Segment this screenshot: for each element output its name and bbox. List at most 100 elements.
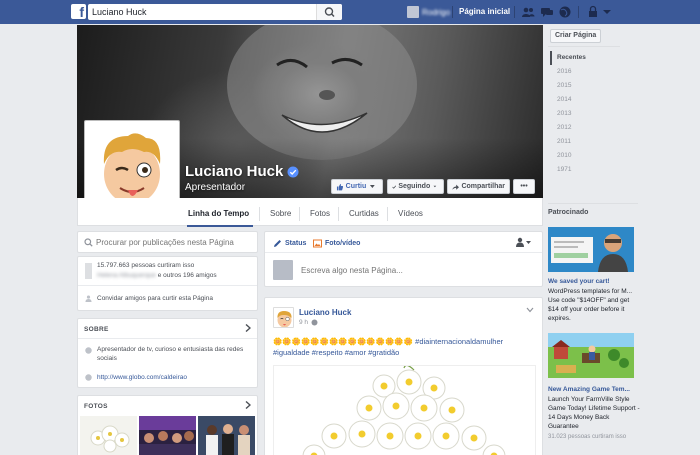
avatar bbox=[273, 260, 293, 280]
more-options-button[interactable]: ••• bbox=[513, 179, 535, 194]
active-tab-indicator bbox=[187, 225, 253, 227]
tab-videos[interactable]: Vídeos bbox=[398, 209, 423, 218]
chevron-down-icon bbox=[526, 240, 531, 244]
emoji-avatar bbox=[277, 311, 292, 327]
photo-thumbnail[interactable] bbox=[139, 416, 196, 455]
like-button[interactable]: Curtiu bbox=[331, 179, 383, 194]
post-as-selector[interactable] bbox=[515, 237, 532, 247]
share-button[interactable]: Compartilhar bbox=[447, 179, 510, 194]
chevron-right-icon[interactable] bbox=[245, 401, 251, 409]
post-text: 🌼🌼🌼🌼🌼🌼🌼🌼🌼🌼🌼🌼🌼🌼🌼 #diainternacionaldamulhe… bbox=[273, 337, 504, 357]
divider bbox=[514, 6, 515, 18]
ad-description: WordPress templates for M... Use code "$… bbox=[548, 288, 633, 322]
profile-link[interactable]: Rodrigo bbox=[407, 6, 450, 18]
about-card: SOBRE Apresentador de tv, curioso e entu… bbox=[77, 318, 258, 388]
photo-thumbnail[interactable] bbox=[198, 416, 255, 455]
ad-image[interactable] bbox=[548, 333, 634, 378]
search-icon bbox=[324, 7, 335, 18]
post-time: 9 h bbox=[299, 319, 309, 326]
globe-icon[interactable] bbox=[558, 5, 572, 19]
chevron-down-icon[interactable] bbox=[600, 5, 614, 19]
year-2011[interactable]: 2011 bbox=[550, 135, 610, 149]
share-label: Compartilhar bbox=[461, 183, 505, 190]
verified-badge-icon bbox=[287, 166, 299, 177]
lock-icon[interactable] bbox=[586, 5, 600, 19]
post-image[interactable] bbox=[273, 365, 536, 455]
user-name: Rodrigo bbox=[422, 7, 451, 17]
about-title[interactable]: SOBRE bbox=[84, 326, 109, 333]
friends-suffix: e outros 196 amigos bbox=[155, 272, 217, 279]
photo-video-label: Foto/vídeo bbox=[325, 240, 361, 247]
avatar bbox=[407, 6, 419, 18]
info-icon bbox=[85, 347, 92, 354]
check-icon bbox=[392, 185, 397, 189]
photo-video-tab[interactable]: Foto/vídeo bbox=[313, 239, 360, 248]
divider bbox=[452, 6, 453, 18]
friends-like-text: Helena Albuquerque e outros 196 amigos bbox=[97, 271, 217, 280]
post-author-avatar[interactable] bbox=[273, 307, 294, 328]
messages-icon[interactable] bbox=[540, 5, 554, 19]
page-search-input[interactable] bbox=[96, 237, 251, 248]
timeline-years-nav: Recentes 2016 2015 2014 2013 2012 2011 2… bbox=[550, 51, 610, 177]
photos-title[interactable]: FOTOS bbox=[84, 403, 108, 410]
photo-thumbnail[interactable] bbox=[80, 416, 137, 455]
photos-card: FOTOS bbox=[77, 395, 258, 455]
ad-title[interactable]: We saved your cart! bbox=[548, 278, 638, 285]
friends-icon[interactable] bbox=[521, 5, 535, 19]
divider bbox=[78, 285, 257, 286]
invite-friends-link[interactable]: Convidar amigos para curtir esta Página bbox=[97, 294, 213, 303]
year-2014[interactable]: 2014 bbox=[550, 93, 610, 107]
year-2012[interactable]: 2012 bbox=[550, 121, 610, 135]
composer-input[interactable] bbox=[301, 265, 531, 276]
chevron-down-icon bbox=[370, 185, 376, 188]
ad-likes-count: 31.023 pessoas curtiram isso bbox=[548, 434, 627, 440]
ad-image-graphic bbox=[548, 227, 634, 272]
likes-count: 15.797.663 pessoas curtiram isso bbox=[97, 262, 195, 269]
page-category: Apresentador bbox=[185, 182, 246, 193]
status-tab[interactable]: Status bbox=[273, 239, 306, 248]
post-timestamp[interactable]: 9 h bbox=[299, 319, 318, 326]
create-page-button[interactable]: Criar Página bbox=[550, 29, 602, 43]
year-2016[interactable]: 2016 bbox=[550, 65, 610, 79]
divider bbox=[578, 6, 579, 18]
daisies-image bbox=[274, 366, 535, 455]
divider bbox=[78, 338, 257, 339]
search-input[interactable] bbox=[92, 6, 312, 18]
user-icon bbox=[516, 237, 524, 247]
ad-image[interactable] bbox=[548, 227, 634, 272]
following-label: Seguindo bbox=[398, 183, 431, 190]
ad-title[interactable]: New Amazing Game Tem... bbox=[548, 386, 638, 393]
post-author[interactable]: Luciano Huck bbox=[299, 308, 351, 317]
tab-timeline[interactable]: Linha do Tempo bbox=[188, 209, 249, 218]
divider bbox=[548, 46, 620, 47]
chevron-down-icon bbox=[433, 185, 437, 188]
search-icon bbox=[84, 238, 93, 247]
year-2010[interactable]: 2010 bbox=[550, 149, 610, 163]
tab-photos[interactable]: Fotos bbox=[310, 209, 330, 218]
tab-about[interactable]: Sobre bbox=[270, 209, 291, 218]
following-button[interactable]: Seguindo bbox=[387, 179, 444, 194]
invite-friends-icon bbox=[85, 295, 92, 302]
website-link[interactable]: http://www.globo.com/caldeirao bbox=[97, 373, 187, 382]
facebook-logo[interactable]: f bbox=[71, 4, 86, 19]
year-2015[interactable]: 2015 bbox=[550, 79, 610, 93]
chevron-right-icon[interactable] bbox=[245, 324, 251, 332]
year-1971[interactable]: 1971 bbox=[550, 163, 610, 177]
globe-icon bbox=[311, 319, 318, 326]
ad-image-graphic bbox=[548, 333, 634, 378]
year-recent[interactable]: Recentes bbox=[550, 51, 610, 65]
search-button[interactable] bbox=[316, 4, 342, 20]
divider bbox=[259, 207, 260, 221]
page-title: Luciano Huck bbox=[185, 163, 299, 180]
sponsored-title: Patrocinado bbox=[548, 209, 589, 216]
home-link[interactable]: Página inicial bbox=[459, 7, 510, 16]
likes-card: 15.797.663 pessoas curtiram isso Helena … bbox=[77, 256, 258, 311]
divider bbox=[265, 252, 542, 253]
website-icon bbox=[85, 374, 92, 381]
year-2013[interactable]: 2013 bbox=[550, 107, 610, 121]
tab-likes[interactable]: Curtidas bbox=[349, 209, 379, 218]
about-description: Apresentador de tv, curioso e entusiasta… bbox=[97, 346, 244, 362]
friends-names[interactable]: Helena Albuquerque bbox=[97, 272, 156, 279]
photo-icon bbox=[313, 239, 322, 248]
chevron-down-icon[interactable] bbox=[526, 307, 534, 313]
